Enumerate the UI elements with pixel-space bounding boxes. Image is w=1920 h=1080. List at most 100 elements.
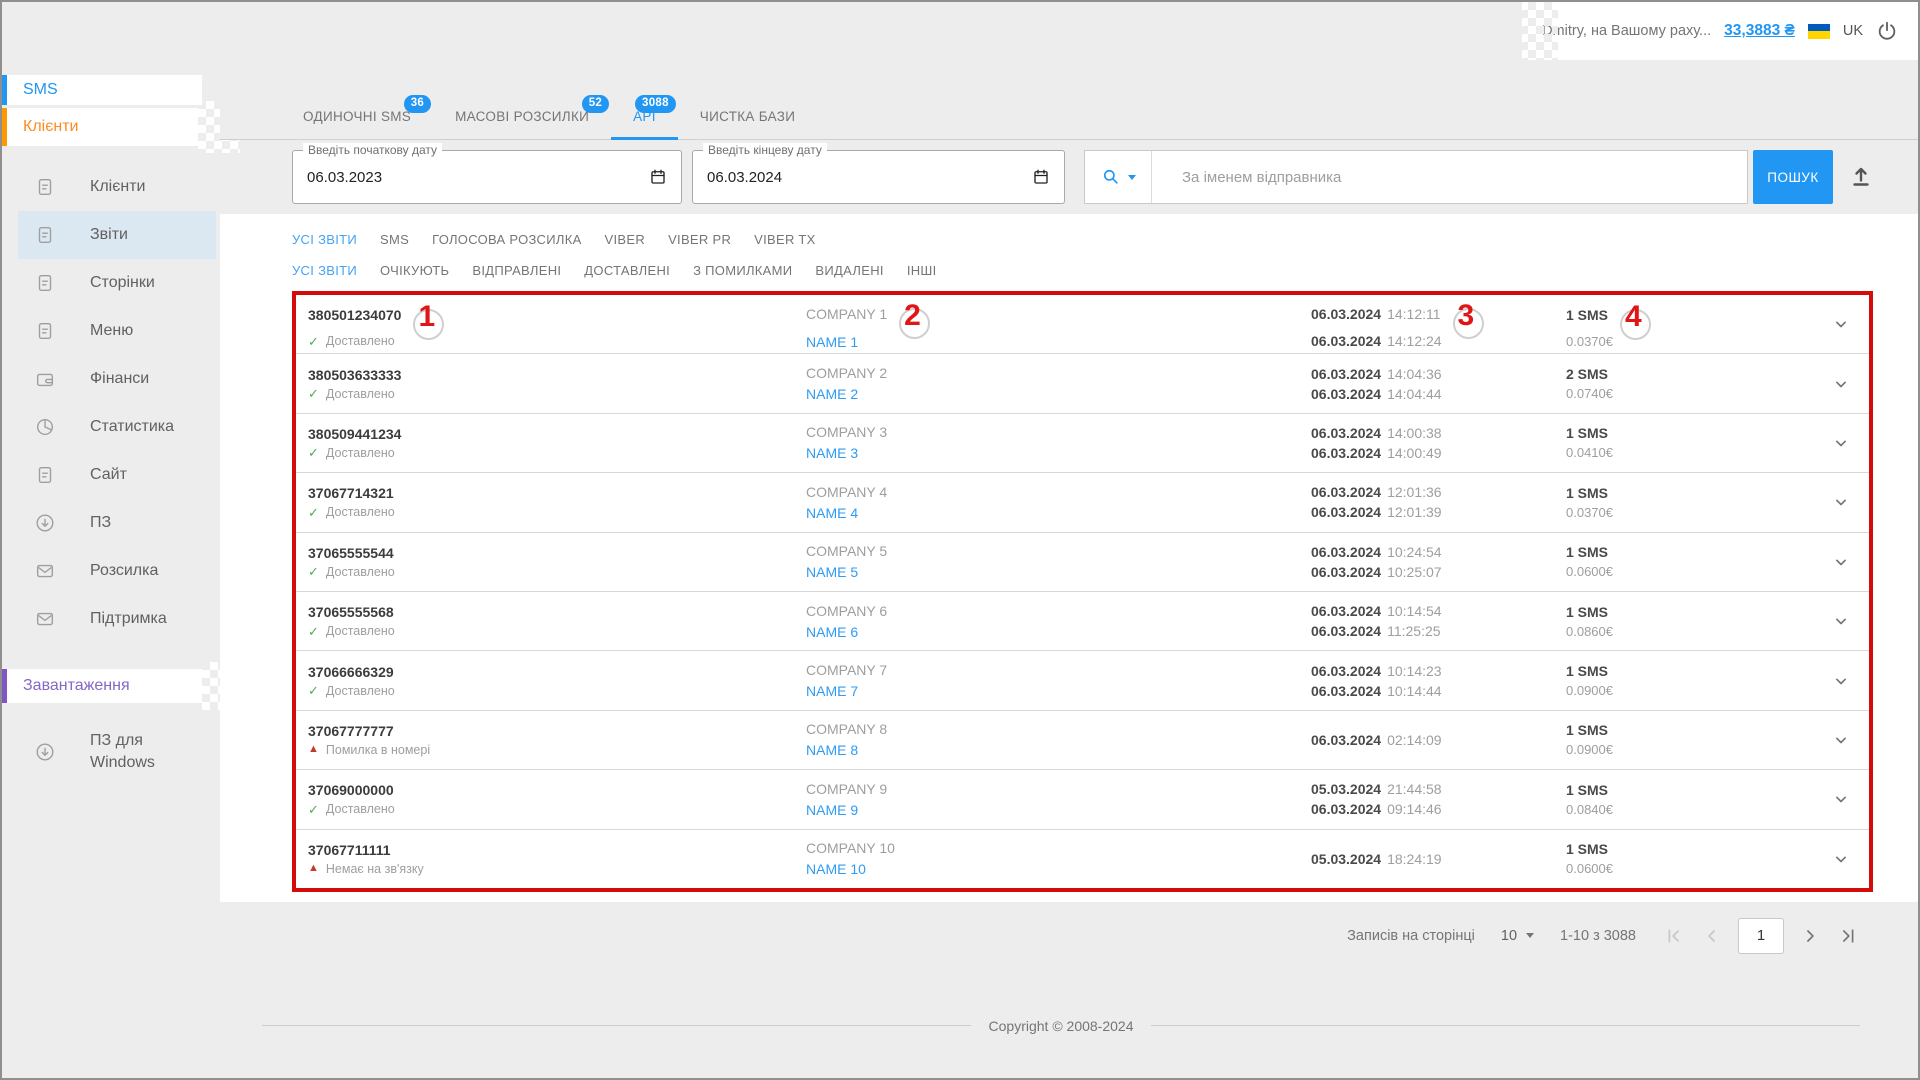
sidebar-item-8[interactable]: Розсилка [18, 547, 216, 595]
status-filter-1[interactable]: ОЧІКУЮТЬ [380, 263, 449, 278]
table-row: 37066666329 ✓ Доставлено COMPANY 7 NAME … [296, 650, 1869, 709]
phone-number: 37069000000 [308, 782, 394, 798]
phone-number: 380503633333 [308, 367, 401, 383]
type-filter-0[interactable]: УСІ ЗВІТИ [292, 232, 357, 247]
chevron-down-icon[interactable] [1827, 845, 1855, 873]
sidebar-item-3[interactable]: Меню [18, 307, 216, 355]
upload-icon[interactable] [1849, 165, 1873, 189]
sender-name-link[interactable]: NAME 4 [806, 505, 858, 521]
search-input[interactable] [1152, 151, 1747, 203]
pie-chart-icon [34, 416, 56, 438]
status-filter-5[interactable]: ВИДАЛЕНІ [815, 263, 883, 278]
company-name: COMPANY 10 [806, 840, 895, 856]
sidebar-item-7[interactable]: ПЗ [18, 499, 216, 547]
date-from-input[interactable] [293, 168, 649, 187]
sidebar-item-pz-windows[interactable]: ПЗ для Windows [18, 720, 216, 783]
status-text: Доставлено [326, 684, 395, 698]
sender-name-link[interactable]: NAME 2 [806, 386, 858, 402]
last-page-icon[interactable] [1836, 924, 1860, 948]
sender-name-link[interactable]: NAME 5 [806, 564, 858, 580]
status-filter-6[interactable]: ІНШІ [907, 263, 937, 278]
document-icon [34, 320, 56, 342]
first-page-icon[interactable] [1662, 924, 1686, 948]
sent-date: 06.03.2024 [1311, 732, 1381, 748]
type-filter-1[interactable]: SMS [380, 232, 409, 247]
sender-name-link[interactable]: NAME 9 [806, 802, 858, 818]
sidebar-item-2[interactable]: Сторінки [18, 259, 216, 307]
sender-name-link[interactable]: NAME 10 [806, 861, 866, 877]
document-icon [34, 224, 56, 246]
sms-count: 2 SMS [1566, 366, 1608, 382]
tab-label: МАСОВІ РОЗСИЛКИ [455, 109, 589, 124]
type-filter-2[interactable]: ГОЛОСОВА РОЗСИЛКА [432, 232, 581, 247]
sidebar-item-6[interactable]: Сайт [18, 451, 216, 499]
sms-cell: 1 SMS 0.0900€ [1556, 722, 1813, 757]
search-button[interactable]: ПОШУК [1753, 150, 1833, 204]
balance-link[interactable]: 33,3883 ₴ [1724, 22, 1795, 40]
sidebar-item-5[interactable]: Статистика [18, 403, 216, 451]
sidebar-item-0[interactable]: Клієнти [18, 163, 216, 211]
search-mode-dropdown[interactable] [1085, 151, 1151, 203]
sender-name-link[interactable]: NAME 3 [806, 445, 858, 461]
chevron-down-icon[interactable] [1827, 607, 1855, 635]
chevron-down-icon[interactable] [1827, 785, 1855, 813]
sender-name-link[interactable]: NAME 6 [806, 624, 858, 640]
sidebar-section-clients[interactable]: Клієнти [2, 108, 198, 146]
language-selector[interactable]: UK [1843, 23, 1863, 39]
calendar-icon[interactable] [649, 168, 681, 186]
type-filter-5[interactable]: VIBER TX [754, 232, 815, 247]
sent-date: 06.03.2024 [1311, 425, 1381, 441]
tab-count-badge: 52 [582, 95, 609, 113]
next-page-icon[interactable] [1798, 924, 1822, 948]
sender-name-link[interactable]: NAME 7 [806, 683, 858, 699]
calendar-icon[interactable] [1032, 168, 1064, 186]
sender-name-link[interactable]: NAME 8 [806, 742, 858, 758]
tab-mass-mailings[interactable]: МАСОВІ РОЗСИЛКИ 52 [433, 109, 611, 139]
datetime-cell: 06.03.202414:12:113 06.03.202414:12:24 [1301, 299, 1556, 349]
chevron-down-icon[interactable] [1827, 310, 1855, 338]
sidebar-item-1[interactable]: Звіти [18, 211, 216, 259]
logout-power-icon[interactable] [1876, 20, 1898, 42]
status-text: Немає на зв'язку [326, 862, 424, 876]
phone-number: 380509441234 [308, 426, 401, 442]
sent-time: 14:12:11 [1387, 306, 1440, 322]
sidebar-item-4[interactable]: Фінанси [18, 355, 216, 403]
type-filter-3[interactable]: VIBER [605, 232, 646, 247]
status-filter-0[interactable]: УСІ ЗВІТИ [292, 263, 357, 278]
chevron-down-icon[interactable] [1827, 548, 1855, 576]
status-filter-3[interactable]: ДОСТАВЛЕНІ [584, 263, 670, 278]
company-name: COMPANY 3 [806, 424, 887, 440]
tab-single-sms[interactable]: ОДИНОЧНІ SMS 36 [281, 109, 433, 139]
chevron-down-icon[interactable] [1827, 667, 1855, 695]
sent-date: 06.03.2024 [1311, 603, 1381, 619]
sender-name-link[interactable]: NAME 1 [806, 334, 858, 350]
per-page-label: Записів на сторінці [1347, 928, 1475, 944]
chevron-down-icon[interactable] [1827, 726, 1855, 754]
previous-page-icon[interactable] [1700, 924, 1724, 948]
status-text: Доставлено [326, 505, 395, 519]
type-filter-4[interactable]: VIBER PR [668, 232, 731, 247]
tab-base-cleanup[interactable]: ЧИСТКА БАЗИ [678, 109, 817, 139]
app-window: SMS Клієнти Клієнти Звіти Сторінки Меню … [0, 0, 1920, 1080]
sent-time: 14:04:36 [1387, 366, 1442, 382]
per-page-select[interactable]: 10 [1501, 928, 1534, 944]
chevron-down-icon[interactable] [1827, 488, 1855, 516]
status-filter-4[interactable]: З ПОМИЛКАМИ [693, 263, 792, 278]
sms-price: 0.0740€ [1566, 386, 1813, 401]
status-filter-2[interactable]: ВІДПРАВЛЕНІ [472, 263, 561, 278]
date-to-input[interactable] [693, 168, 1032, 187]
sidebar-section-downloads[interactable]: Завантаження [2, 669, 202, 703]
delivered-time: 10:14:44 [1387, 683, 1442, 699]
chevron-down-icon[interactable] [1827, 370, 1855, 398]
sms-price: 0.0840€ [1566, 802, 1813, 817]
tab-api[interactable]: API 3088 [611, 109, 678, 139]
sidebar-item-9[interactable]: Підтримка [18, 595, 216, 643]
phone-cell: 37066666329 ✓ Доставлено [296, 664, 796, 698]
sidebar-section-label: SMS [23, 81, 58, 99]
report-table-annotation-box: 3805012340701 ✓ Доставлено COMPANY 12 NA… [292, 291, 1873, 892]
page-input[interactable] [1738, 918, 1784, 954]
sidebar-section-sms[interactable]: SMS [2, 75, 202, 105]
mail-icon [34, 608, 56, 630]
table-row: 37067711111 ▲ Немає на зв'язку COMPANY 1… [296, 829, 1869, 888]
chevron-down-icon[interactable] [1827, 429, 1855, 457]
